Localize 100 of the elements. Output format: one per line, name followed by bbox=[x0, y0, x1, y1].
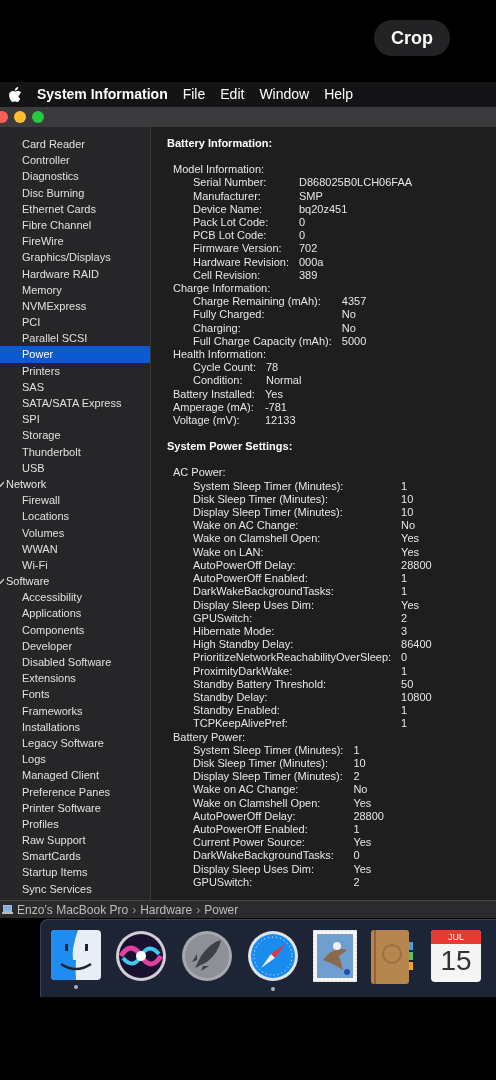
sidebar-item[interactable]: WWAN bbox=[0, 540, 150, 557]
sidebar-item[interactable]: Installations bbox=[0, 718, 150, 735]
group-heading: Model Information: bbox=[173, 163, 266, 177]
sidebar-item[interactable]: FireWire bbox=[0, 233, 150, 250]
sidebar-item[interactable]: Accessibility bbox=[0, 589, 150, 606]
field-value: 389 bbox=[299, 268, 319, 283]
group-heading: AC Power: bbox=[173, 466, 227, 480]
zoom-button[interactable] bbox=[32, 111, 44, 123]
breadcrumb-item[interactable]: Enzo’s MacBook Pro bbox=[17, 900, 129, 919]
sidebar-item[interactable]: Managed Client bbox=[0, 767, 150, 784]
field-label: ProximityDarkWake: bbox=[193, 664, 294, 678]
sidebar-item[interactable]: Applications bbox=[0, 605, 150, 622]
field-label: Battery Installed: bbox=[173, 387, 255, 401]
field-value: 50 bbox=[401, 677, 415, 691]
sidebar-item[interactable]: Graphics/Displays bbox=[0, 249, 150, 266]
field-label: Display Sleep Uses Dim: bbox=[193, 862, 316, 876]
sidebar-item[interactable]: Hardware RAID bbox=[0, 265, 150, 282]
minimize-button[interactable] bbox=[14, 111, 26, 123]
sidebar-item[interactable]: Parallel SCSI bbox=[0, 330, 150, 347]
sidebar-item[interactable]: Card Reader bbox=[0, 136, 150, 153]
apple-logo-icon[interactable] bbox=[8, 86, 22, 103]
field-value: 1 bbox=[401, 704, 409, 718]
field-label: Cell Revision: bbox=[193, 268, 262, 283]
breadcrumb-item[interactable]: Power bbox=[204, 900, 239, 919]
field-label: Pack Lot Code: bbox=[193, 216, 270, 230]
field-label: Disk Sleep Timer (Minutes): bbox=[193, 492, 330, 507]
field-value: 28800 bbox=[353, 809, 385, 823]
field-label: TCPKeepAlivePref: bbox=[193, 717, 289, 731]
sidebar-item[interactable]: Ethernet Cards bbox=[0, 200, 150, 217]
stamp-app-icon[interactable] bbox=[313, 930, 357, 982]
sidebar-item[interactable]: Volumes bbox=[0, 524, 150, 541]
sidebar-item[interactable]: Controller bbox=[0, 152, 150, 169]
sidebar-item[interactable]: SmartCards bbox=[0, 848, 150, 865]
menu-item[interactable]: Edit bbox=[220, 84, 245, 105]
field-label: Wake on Clamshell Open: bbox=[193, 532, 322, 546]
sidebar-item[interactable]: Extensions bbox=[0, 670, 150, 687]
field-value: 0 bbox=[401, 651, 409, 665]
calendar-app-icon[interactable]: JUL 15 bbox=[431, 930, 481, 982]
sidebar-item[interactable]: Storage bbox=[0, 427, 150, 444]
field-value: 10 bbox=[401, 492, 415, 507]
field-label: Amperage (mA): bbox=[173, 400, 255, 415]
sidebar-item[interactable]: Startup Items bbox=[0, 864, 150, 881]
sidebar-group[interactable]: Software bbox=[0, 573, 50, 590]
sidebar-item[interactable]: NVMExpress bbox=[0, 297, 150, 315]
sidebar-item[interactable]: Thunderbolt bbox=[0, 443, 150, 460]
sidebar-item[interactable]: Wi-Fi bbox=[0, 556, 150, 574]
breadcrumb-separator: › bbox=[196, 901, 201, 919]
sidebar-item[interactable]: SPI bbox=[0, 411, 150, 428]
field-label: Hardware Revision: bbox=[193, 255, 289, 269]
sidebar-item[interactable]: Components bbox=[0, 621, 150, 638]
sidebar-item[interactable]: Printers bbox=[0, 362, 150, 379]
sidebar-item[interactable]: Disc Burning bbox=[0, 184, 150, 201]
app-menu[interactable]: System Information bbox=[37, 84, 168, 105]
sidebar-item[interactable]: Fibre Channel bbox=[0, 216, 150, 234]
field-label: Standby Battery Threshold: bbox=[193, 677, 328, 691]
sidebar-item[interactable]: Frameworks bbox=[0, 702, 150, 719]
sidebar-item[interactable]: Logs bbox=[0, 751, 150, 768]
field-value: 10 bbox=[401, 506, 415, 520]
sidebar-item[interactable]: Fonts bbox=[0, 686, 150, 703]
smiling-face-app-icon[interactable] bbox=[51, 930, 101, 980]
field-label: Charging: bbox=[193, 321, 242, 335]
orb-app-icon[interactable] bbox=[115, 930, 167, 982]
field-value: No bbox=[341, 321, 357, 335]
sidebar-item[interactable]: Preference Panes bbox=[0, 783, 150, 800]
sidebar-item[interactable]: Disabled Software bbox=[0, 654, 150, 671]
menu-item[interactable]: File bbox=[182, 84, 206, 105]
field-value: No bbox=[353, 783, 369, 797]
compass-app-icon[interactable] bbox=[247, 930, 299, 982]
sidebar-item[interactable]: Printer Software bbox=[0, 799, 150, 816]
sidebar-item[interactable]: Memory bbox=[0, 281, 150, 298]
sidebar-item[interactable]: SATA/SATA Express bbox=[0, 395, 150, 412]
sidebar-item[interactable]: PCI bbox=[0, 314, 150, 331]
crop-button[interactable]: Crop bbox=[374, 20, 450, 56]
sidebar-item[interactable]: Developer bbox=[0, 637, 150, 654]
field-label: System Sleep Timer (Minutes): bbox=[193, 479, 345, 493]
field-label: Standby Enabled: bbox=[193, 704, 281, 718]
breadcrumb-item[interactable]: Hardware bbox=[140, 900, 193, 919]
menu-item[interactable]: Window bbox=[259, 84, 310, 105]
field-value: Yes bbox=[264, 387, 284, 401]
sidebar-item[interactable]: Firewall bbox=[0, 492, 150, 509]
field-label: Display Sleep Timer (Minutes): bbox=[193, 770, 344, 784]
field-value: -781 bbox=[264, 400, 288, 415]
sidebar-item[interactable]: SAS bbox=[0, 378, 150, 395]
sidebar-item[interactable]: Legacy Software bbox=[0, 734, 150, 752]
sidebar-item[interactable]: Diagnostics bbox=[0, 168, 150, 185]
sidebar-item[interactable]: Sync Services bbox=[0, 880, 150, 897]
field-label: GPUSwitch: bbox=[193, 875, 254, 889]
group-heading: Battery Power: bbox=[173, 730, 247, 744]
field-label: Current Power Source: bbox=[193, 836, 306, 850]
menu-item[interactable]: Help bbox=[324, 84, 353, 105]
field-value: 1 bbox=[401, 717, 409, 731]
field-value: Yes bbox=[353, 862, 373, 876]
rocket-app-icon[interactable] bbox=[181, 930, 233, 982]
sidebar-item[interactable]: USB bbox=[0, 459, 150, 476]
sidebar-group[interactable]: Network bbox=[0, 476, 47, 493]
sidebar-item[interactable]: Profiles bbox=[0, 815, 150, 833]
sidebar-item[interactable]: Locations bbox=[0, 508, 150, 525]
sidebar-item[interactable]: Raw Support bbox=[0, 832, 150, 849]
sidebar-item[interactable]: Power bbox=[0, 346, 150, 363]
field-value: 1 bbox=[401, 479, 409, 493]
